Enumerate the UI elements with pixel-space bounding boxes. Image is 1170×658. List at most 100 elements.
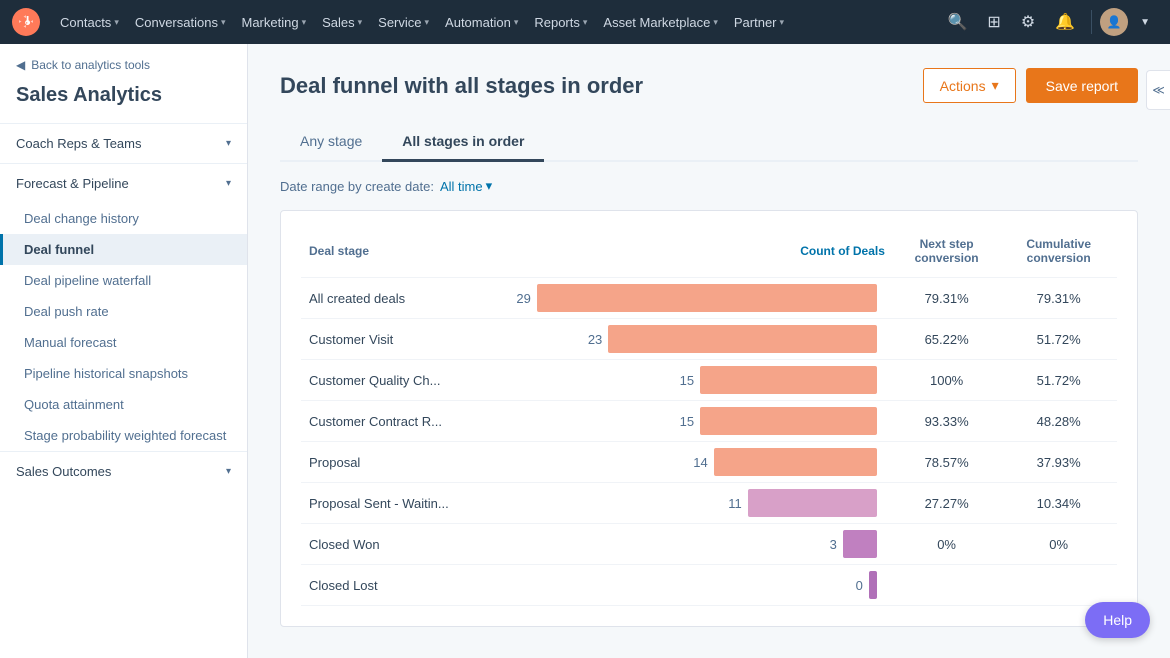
sidebar-item-manual-forecast[interactable]: Manual forecast [0, 327, 247, 358]
nav-item-marketing[interactable]: Marketing▾ [233, 9, 314, 36]
sidebar-item-deal-change-history[interactable]: Deal change history [0, 203, 247, 234]
page-title: Deal funnel with all stages in order [280, 73, 643, 99]
funnel-table: Deal stage Count of Deals Next step conv… [301, 231, 1117, 606]
cell-next-1: 65.22% [893, 319, 1000, 360]
cell-stage-3: Customer Contract R... [301, 401, 508, 442]
apps-button[interactable]: ⊞ [979, 6, 1008, 38]
cell-stage-7: Closed Lost [301, 565, 508, 606]
cell-cumul-0: 79.31% [1000, 278, 1117, 319]
collapse-sidebar-button[interactable]: ≪ [1146, 70, 1170, 110]
table-row: Proposal 14 78.57% 37.93% [301, 442, 1117, 483]
page-actions: Actions ▾ Save report [923, 68, 1138, 103]
nav-item-service[interactable]: Service▾ [370, 9, 437, 36]
report-tabs: Any stageAll stages in order [280, 123, 1138, 162]
sidebar-item-deal-funnel[interactable]: Deal funnel [0, 234, 247, 265]
page-header: Deal funnel with all stages in order Act… [280, 68, 1138, 103]
cell-bar-1: 23 [508, 319, 892, 360]
cell-bar-2: 15 [508, 360, 892, 401]
forecast-pipeline-items: Deal change historyDeal funnelDeal pipel… [0, 203, 247, 451]
tab-any-stage[interactable]: Any stage [280, 123, 382, 162]
section-forecast-header[interactable]: Forecast & Pipeline ▾ [0, 164, 247, 203]
nav-divider [1091, 10, 1092, 34]
expand-button[interactable]: ▼ [1132, 11, 1158, 34]
sidebar-title: Sales Analytics [0, 80, 247, 123]
nav-item-automation[interactable]: Automation▾ [437, 9, 526, 36]
top-navigation: Contacts▾Conversations▾Marketing▾Sales▾S… [0, 0, 1170, 44]
section-coach-reps: Coach Reps & Teams ▾ [0, 123, 247, 163]
cell-cumul-1: 51.72% [1000, 319, 1117, 360]
cell-next-4: 78.57% [893, 442, 1000, 483]
date-filter-value[interactable]: All time ▾ [440, 178, 492, 194]
nav-item-chevron: ▾ [221, 17, 226, 28]
save-report-button[interactable]: Save report [1026, 68, 1138, 103]
cell-bar-0: 29 [508, 278, 892, 319]
app-body: ◀ Back to analytics tools Sales Analytic… [0, 44, 1170, 658]
nav-item-chevron: ▾ [514, 17, 519, 28]
cell-stage-2: Customer Quality Ch... [301, 360, 508, 401]
nav-item-chevron: ▾ [713, 17, 718, 28]
cell-cumul-5: 10.34% [1000, 483, 1117, 524]
section-coach-reps-label: Coach Reps & Teams [16, 136, 142, 151]
table-row: Proposal Sent - Waitin... 11 27.27% 10.3… [301, 483, 1117, 524]
nav-items: Contacts▾Conversations▾Marketing▾Sales▾S… [52, 9, 792, 36]
cell-stage-5: Proposal Sent - Waitin... [301, 483, 508, 524]
table-row: Closed Lost 0 [301, 565, 1117, 606]
cell-stage-1: Customer Visit [301, 319, 508, 360]
cell-next-7 [893, 565, 1000, 606]
nav-item-chevron: ▾ [583, 17, 588, 28]
cell-cumul-6: 0% [1000, 524, 1117, 565]
table-row: Customer Visit 23 65.22% 51.72% [301, 319, 1117, 360]
col-header-stage: Deal stage [301, 231, 508, 278]
col-header-cumulative: Cumulative conversion [1000, 231, 1117, 278]
sidebar-item-pipeline-historical-snapshots[interactable]: Pipeline historical snapshots [0, 358, 247, 389]
nav-item-conversations[interactable]: Conversations▾ [127, 9, 234, 36]
back-label: Back to analytics tools [31, 58, 150, 72]
section-coach-reps-header[interactable]: Coach Reps & Teams ▾ [0, 124, 247, 163]
nav-item-partner[interactable]: Partner▾ [726, 9, 792, 36]
cell-cumul-3: 48.28% [1000, 401, 1117, 442]
table-row: All created deals 29 79.31% 79.31% [301, 278, 1117, 319]
section-sales-chevron: ▾ [226, 466, 231, 477]
actions-chevron-icon: ▾ [992, 77, 999, 94]
help-button[interactable]: Help [1085, 602, 1150, 638]
nav-item-reports[interactable]: Reports▾ [526, 9, 595, 36]
section-forecast-chevron: ▾ [226, 178, 231, 189]
cell-bar-7: 0 [508, 565, 892, 606]
table-row: Customer Contract R... 15 93.33% 48.28% [301, 401, 1117, 442]
sidebar-item-stage-probability-weighted-forecast[interactable]: Stage probability weighted forecast [0, 420, 247, 451]
hubspot-logo[interactable] [12, 8, 40, 36]
nav-item-sales[interactable]: Sales▾ [314, 9, 370, 36]
cell-cumul-4: 37.93% [1000, 442, 1117, 483]
section-sales-outcomes: Sales Outcomes ▾ [0, 451, 247, 491]
back-chevron-icon: ◀ [16, 58, 25, 72]
actions-button[interactable]: Actions ▾ [923, 68, 1016, 103]
cell-bar-4: 14 [508, 442, 892, 483]
actions-label: Actions [940, 78, 986, 94]
cell-cumul-2: 51.72% [1000, 360, 1117, 401]
nav-item-asset-marketplace[interactable]: Asset Marketplace▾ [595, 9, 725, 36]
section-sales-label: Sales Outcomes [16, 464, 111, 479]
tab-all-stages-in-order[interactable]: All stages in order [382, 123, 544, 162]
col-header-next-step: Next step conversion [893, 231, 1000, 278]
sidebar-item-deal-pipeline-waterfall[interactable]: Deal pipeline waterfall [0, 265, 247, 296]
nav-item-chevron: ▾ [425, 17, 430, 28]
nav-item-contacts[interactable]: Contacts▾ [52, 9, 127, 36]
nav-item-chevron: ▾ [302, 17, 307, 28]
user-avatar[interactable]: 👤 [1100, 8, 1128, 36]
cell-next-5: 27.27% [893, 483, 1000, 524]
sidebar-item-quota-attainment[interactable]: Quota attainment [0, 389, 247, 420]
cell-bar-5: 11 [508, 483, 892, 524]
date-filter-label: Date range by create date: [280, 179, 434, 194]
notifications-button[interactable]: 🔔 [1047, 6, 1083, 38]
search-button[interactable]: 🔍 [940, 6, 976, 38]
table-row: Closed Won 3 0% 0% [301, 524, 1117, 565]
section-coach-reps-chevron: ▾ [226, 138, 231, 149]
sidebar-item-deal-push-rate[interactable]: Deal push rate [0, 296, 247, 327]
cell-bar-3: 15 [508, 401, 892, 442]
cell-next-6: 0% [893, 524, 1000, 565]
settings-button[interactable]: ⚙ [1013, 6, 1043, 38]
back-to-analytics-link[interactable]: ◀ Back to analytics tools [0, 44, 247, 80]
table-row: Customer Quality Ch... 15 100% 51.72% [301, 360, 1117, 401]
cell-next-0: 79.31% [893, 278, 1000, 319]
section-sales-header[interactable]: Sales Outcomes ▾ [0, 452, 247, 491]
